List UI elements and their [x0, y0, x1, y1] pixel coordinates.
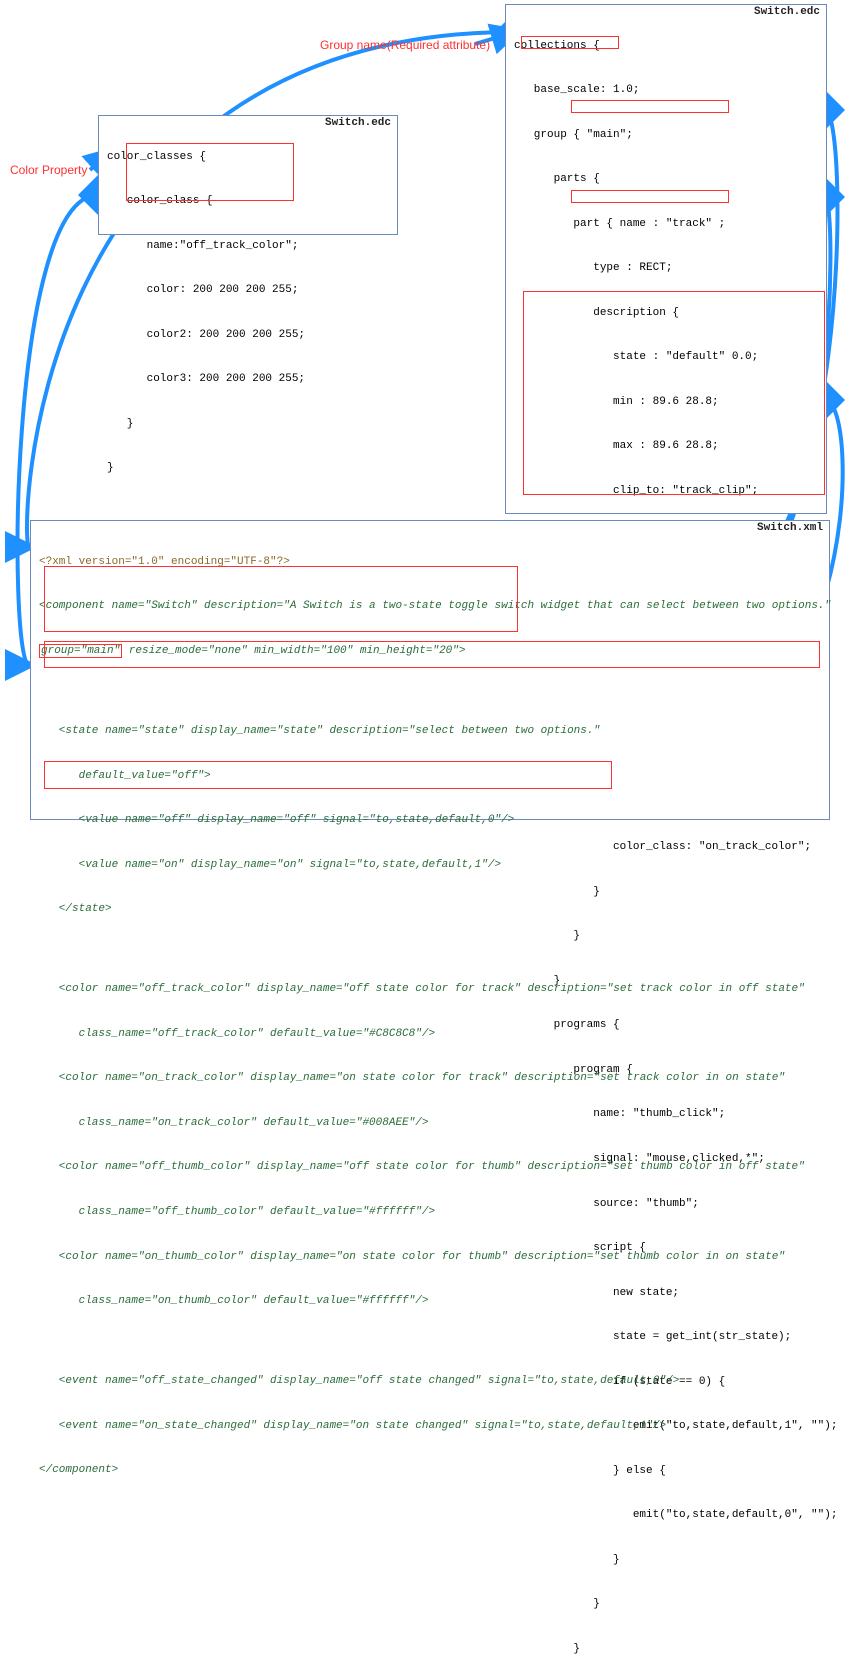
code-line: clip_to: "track_clip";	[514, 484, 818, 499]
code-color-classes: color_classes { color_class { name:"off_…	[107, 120, 389, 506]
panel-color-classes: Switch.edc color_classes { color_class {…	[98, 115, 398, 235]
code-line: <color name="on_thumb_color" display_nam…	[39, 1250, 821, 1265]
code-line: </component>	[39, 1463, 821, 1478]
panel-collections: Switch.edc collections { base_scale: 1.0…	[505, 4, 827, 514]
code-line: parts {	[514, 172, 818, 187]
group-main-attr: group="main"	[39, 644, 122, 658]
code-line: <event name="on_state_changed" display_n…	[39, 1419, 821, 1434]
code-line: }	[514, 1642, 818, 1657]
code-line: <value name="off" display_name="off" sig…	[39, 813, 821, 828]
panel-collections-title: Switch.edc	[754, 6, 820, 18]
code-line: color_class {	[107, 194, 389, 209]
panel-color-title: Switch.edc	[325, 117, 391, 129]
code-line: <event name="off_state_changed" display_…	[39, 1374, 821, 1389]
code-line: type : RECT;	[514, 261, 818, 276]
code-line: <component name="Switch" description="A …	[39, 599, 821, 614]
code-line: description {	[514, 306, 818, 321]
code-line: color3: 200 200 200 255;	[107, 372, 389, 387]
code-line: }	[514, 1597, 818, 1612]
code-line: default_value="off">	[39, 769, 821, 784]
code-line: <?xml version="1.0" encoding="UTF-8"?>	[39, 555, 821, 570]
code-line: }	[514, 1553, 818, 1568]
code-line: class_name="off_track_color" default_val…	[39, 1027, 821, 1042]
code-line: <color name="off_track_color" display_na…	[39, 982, 821, 997]
code-xml: <?xml version="1.0" encoding="UTF-8"?> <…	[39, 525, 821, 1508]
panel-xml: Switch.xml <?xml version="1.0" encoding=…	[30, 520, 830, 820]
code-line: <color name="off_thumb_color" display_na…	[39, 1160, 821, 1175]
code-line: min : 89.6 28.8;	[514, 395, 818, 410]
panel-xml-title: Switch.xml	[757, 522, 823, 534]
label-color-property: Color Property	[10, 163, 87, 177]
code-line: class_name="on_track_color" default_valu…	[39, 1116, 821, 1131]
code-line: <state name="state" display_name="state"…	[39, 724, 821, 739]
code-line: </state>	[39, 902, 821, 917]
code-line: group { "main";	[514, 128, 818, 143]
code-line: color2: 200 200 200 255;	[107, 328, 389, 343]
code-line: state : "default" 0.0;	[514, 350, 818, 365]
code-line: class_name="on_thumb_color" default_valu…	[39, 1294, 821, 1309]
code-line: collections {	[514, 39, 818, 54]
code-line: }	[107, 417, 389, 432]
code-line: }	[107, 461, 389, 476]
code-line: <value name="on" display_name="on" signa…	[39, 858, 821, 873]
code-line: max : 89.6 28.8;	[514, 439, 818, 454]
code-line: base_scale: 1.0;	[514, 83, 818, 98]
code-line: <color name="on_track_color" display_nam…	[39, 1071, 821, 1086]
code-line: group="main" resize_mode="none" min_widt…	[39, 644, 821, 659]
code-line: emit("to,state,default,0", "");	[514, 1508, 818, 1523]
code-line: part { name : "track" ;	[514, 217, 818, 232]
code-line: color: 200 200 200 255;	[107, 283, 389, 298]
code-line: name:"off_track_color";	[107, 239, 389, 254]
label-group-name: Group name(Required attribute)	[320, 38, 490, 52]
code-line: class_name="off_thumb_color" default_val…	[39, 1205, 821, 1220]
code-line: color_classes {	[107, 150, 389, 165]
